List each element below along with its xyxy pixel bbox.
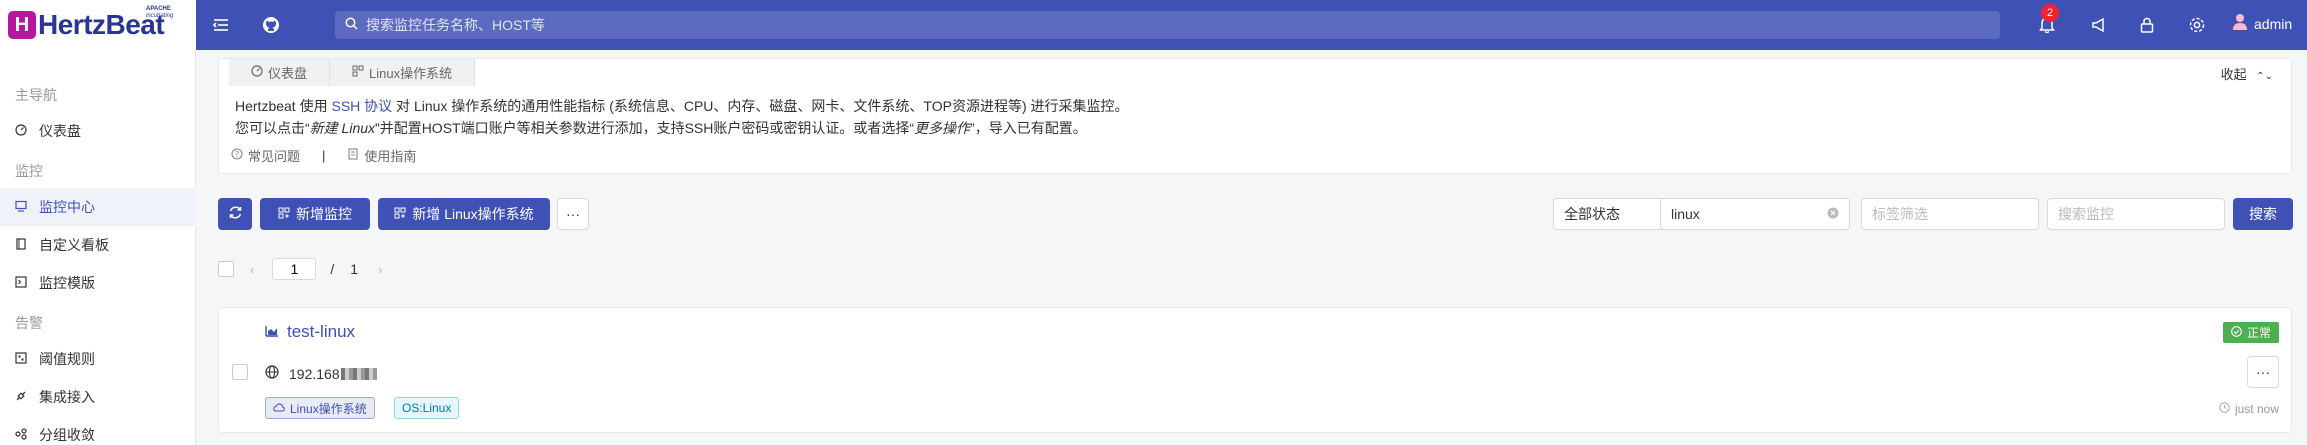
help-separator: |	[322, 148, 326, 163]
monitor-type-info-panel: 仪表盘 Linux操作系统 收起 ⌃⌄ Hertzbeat 使用 SSH 协议 …	[218, 58, 2292, 174]
sidebar-item-label: 分组收敛	[39, 427, 95, 443]
select-all-checkbox[interactable]	[218, 261, 234, 277]
clear-icon[interactable]	[1827, 206, 1839, 222]
monitor-icon	[15, 200, 31, 215]
refresh-icon	[228, 205, 243, 223]
area-chart-icon	[265, 322, 279, 342]
top-header: H HertzBeat APACHEincubating 2 admin	[0, 0, 2307, 50]
sidebar: 主导航 仪表盘 监控 监控中心 自定义看板 监控模版 告警 阈值规则 集成接入 …	[0, 50, 196, 445]
sidebar-item-monitor-center[interactable]: 监控中心	[0, 188, 196, 226]
svg-text:?: ?	[235, 150, 239, 159]
add-grid-icon	[278, 206, 290, 222]
sidebar-item-label: 监控中心	[39, 199, 95, 215]
last-updated: just now	[2219, 402, 2279, 416]
tag-linux-os[interactable]: Linux操作系统	[265, 397, 375, 419]
menu-toggle-icon[interactable]	[208, 12, 234, 38]
tag-filter-field[interactable]	[1861, 198, 2039, 230]
monitor-name-link[interactable]: test-linux	[265, 322, 355, 342]
add-linux-button[interactable]: 新增 Linux操作系统	[378, 198, 550, 230]
monitor-checkbox[interactable]	[232, 364, 248, 380]
tag-os-linux[interactable]: OS:Linux	[394, 397, 460, 419]
help-links: ? 常见问题 | 使用指南	[231, 146, 416, 165]
sidebar-item-label: 集成接入	[39, 389, 95, 405]
group-icon	[15, 427, 31, 443]
redacted-host-mask	[340, 367, 377, 380]
status-badge: 正常	[2222, 322, 2279, 343]
settings-gear-icon[interactable]	[2184, 12, 2210, 38]
page-divider: /	[330, 261, 335, 277]
notification-count-badge: 2	[2041, 4, 2059, 22]
logo-mark-icon: H	[8, 11, 36, 39]
search-icon	[345, 17, 358, 33]
card-more-button[interactable]: ···	[2247, 356, 2279, 388]
sidebar-item-label: 阈值规则	[39, 351, 95, 367]
global-search[interactable]	[335, 11, 2000, 39]
add-grid-icon	[394, 206, 406, 222]
sidebar-group-main: 主导航	[15, 87, 57, 103]
dashboard-icon	[251, 65, 263, 80]
description-line-1: Hertzbeat 使用 SSH 协议 对 Linux 操作系统的通用性能指标 …	[235, 98, 1129, 114]
logo-apache: APACHE incubating	[146, 6, 174, 19]
logo[interactable]: H HertzBeat APACHE incubating	[0, 0, 196, 50]
avatar-icon	[2232, 13, 2248, 34]
sidebar-item-label: 监控模版	[39, 275, 95, 291]
sidebar-item-dashboard[interactable]: 仪表盘	[0, 112, 196, 150]
monitor-search-field[interactable]	[2047, 198, 2225, 230]
collapse-button[interactable]: 收起 ⌃⌄	[2221, 64, 2273, 83]
ssh-protocol-link[interactable]: SSH 协议	[331, 98, 392, 114]
keyword-search-input[interactable]	[1671, 206, 1821, 222]
search-button[interactable]: 搜索	[2233, 198, 2293, 230]
monitor-card[interactable]: test-linux 正常 192.168 Linux操作系统 OS:Linux…	[218, 307, 2292, 433]
github-icon[interactable]	[258, 12, 284, 38]
book-icon	[15, 237, 31, 253]
rule-icon	[15, 351, 31, 367]
description-line-2: 您可以点击“新建 Linux”并配置HOST端口账户等相关参数进行添加，支持SS…	[235, 120, 1087, 136]
announcement-icon[interactable]	[2086, 12, 2112, 38]
add-monitor-button[interactable]: 新增监控	[260, 198, 370, 230]
sidebar-item-custom-board[interactable]: 自定义看板	[0, 226, 196, 264]
sidebar-item-label: 自定义看板	[39, 237, 109, 253]
sidebar-item-threshold[interactable]: 阈值规则	[0, 340, 196, 378]
api-icon	[15, 390, 31, 405]
sidebar-item-integration[interactable]: 集成接入	[0, 378, 196, 416]
guide-link[interactable]: 使用指南	[347, 146, 416, 165]
clock-icon	[2219, 402, 2230, 416]
faq-link[interactable]: ? 常见问题	[231, 146, 300, 165]
globe-icon	[265, 365, 279, 382]
tab-linux[interactable]: Linux操作系统	[330, 59, 476, 86]
user-menu[interactable]: admin	[2232, 13, 2292, 34]
sidebar-item-templates[interactable]: 监控模版	[0, 264, 196, 302]
monitor-search-input[interactable]	[2058, 206, 2214, 222]
code-icon	[15, 275, 31, 291]
tag-filter-input[interactable]	[1872, 206, 2028, 222]
sidebar-item-group-converge[interactable]: 分组收敛	[0, 416, 196, 445]
tab-dashboard[interactable]: 仪表盘	[229, 59, 331, 86]
question-circle-icon: ?	[231, 148, 243, 163]
grid-icon	[352, 65, 364, 80]
keyword-search-field[interactable]	[1660, 198, 1850, 230]
monitor-host: 192.168	[265, 365, 377, 382]
more-actions-button[interactable]: ···	[557, 198, 589, 230]
total-pages: 1	[350, 261, 359, 277]
expand-toggle-icon: ⌃⌄	[2256, 71, 2273, 82]
next-page-icon[interactable]: ›	[378, 262, 382, 277]
sidebar-item-label: 仪表盘	[39, 123, 81, 139]
sidebar-group-monitor: 监控	[15, 163, 43, 179]
pagination: ‹ / 1 ›	[218, 258, 382, 280]
page-number-input[interactable]	[272, 258, 317, 280]
lock-icon[interactable]	[2134, 12, 2160, 38]
cloud-icon	[273, 401, 285, 415]
global-search-input[interactable]	[366, 17, 1966, 33]
refresh-button[interactable]	[218, 198, 252, 230]
guide-book-icon	[347, 148, 359, 163]
sidebar-group-alert: 告警	[15, 315, 43, 331]
user-name: admin	[2254, 15, 2293, 32]
prev-page-icon[interactable]: ‹	[250, 262, 254, 277]
check-circle-icon	[2231, 325, 2242, 340]
panel-tabs: 仪表盘 Linux操作系统	[229, 59, 476, 86]
dashboard-icon	[15, 123, 31, 139]
